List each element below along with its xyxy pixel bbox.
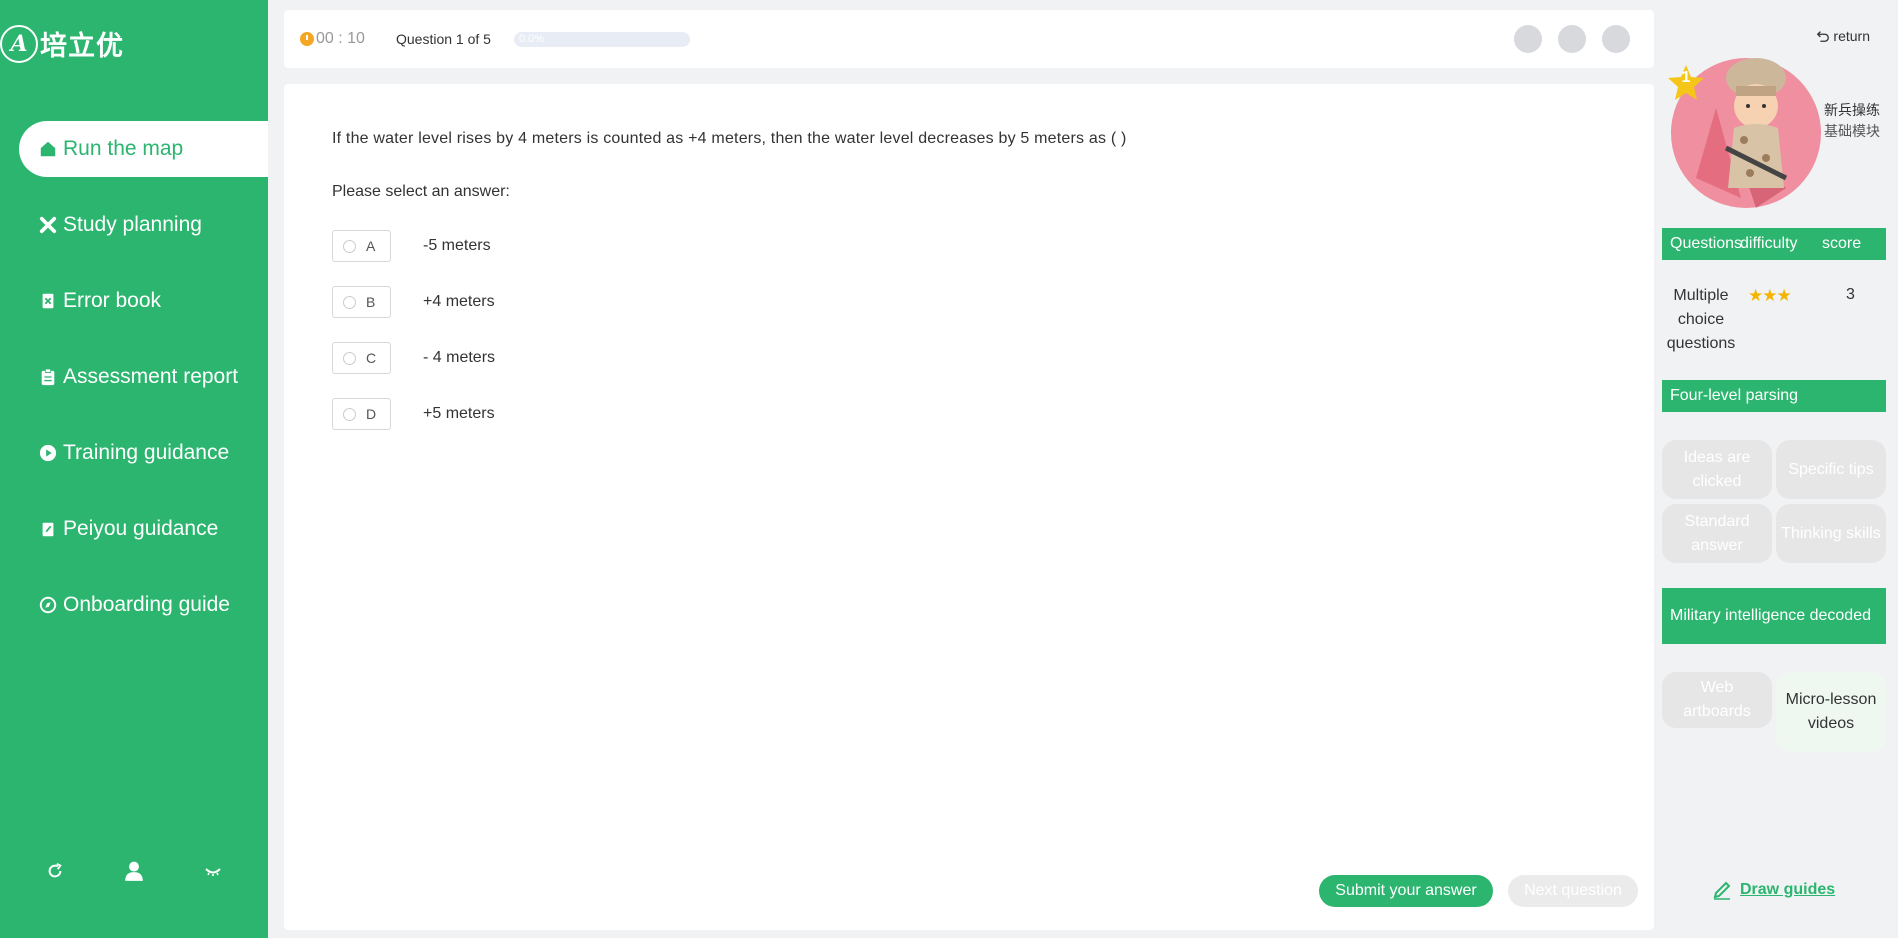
sidebar-item-training-guidance[interactable]: Training guidance <box>0 425 268 481</box>
option-letter: D <box>366 406 377 422</box>
topbar-circle-button[interactable] <box>1514 25 1542 53</box>
option-letter: B <box>366 294 376 310</box>
option-selector[interactable]: D <box>332 398 391 430</box>
rank-module: 基础模块 <box>1824 123 1880 139</box>
military-header: Military intelligence decoded <box>1662 588 1886 644</box>
pencil-icon <box>1713 881 1731 900</box>
sidebar-item-assessment-report[interactable]: Assessment report <box>0 349 268 405</box>
compass-icon <box>38 595 58 615</box>
sidebar-item-study-planning[interactable]: Study planning <box>0 197 268 253</box>
logo-mark: A <box>0 24 38 63</box>
draw-guides-label: Draw guides <box>1740 881 1836 898</box>
clipboard-icon <box>38 367 58 387</box>
soldier-avatar: 1 <box>1666 48 1821 210</box>
rank-name: 新兵操练 <box>1824 102 1880 118</box>
sidebar-item-run-the-map[interactable]: Run the map <box>19 121 268 177</box>
sidebar-nav: Run the map Study planning Error book As… <box>0 121 268 653</box>
radio-icon <box>343 239 356 253</box>
header-type: Questions <box>1670 235 1743 252</box>
topbar-actions <box>1514 25 1630 53</box>
topbar-circle-button[interactable] <box>1602 25 1630 53</box>
difficulty-stars: ★★★ <box>1748 286 1792 305</box>
progress-percent: 0.0% <box>519 33 545 45</box>
topbar-circle-button[interactable] <box>1558 25 1586 53</box>
radio-icon <box>343 351 356 365</box>
four-level-header: Four-level parsing <box>1662 380 1886 412</box>
sidebar: A 培立优 Run the map Study planning Error b… <box>0 0 268 938</box>
collapse-icon[interactable] <box>200 858 226 884</box>
logo-text: 培立优 <box>40 31 124 62</box>
header-difficulty: difficulty <box>1740 235 1798 252</box>
option-text: +4 meters <box>423 293 495 310</box>
sidebar-item-onboarding-guide[interactable]: Onboarding guide <box>0 577 268 633</box>
progress-bar: 0.0% <box>514 32 690 47</box>
home-icon <box>38 139 58 159</box>
question-text: If the water level rises by 4 meters is … <box>332 130 1127 147</box>
sidebar-item-label: Training guidance <box>63 441 230 464</box>
pill-web-artboards[interactable]: Web artboards <box>1662 672 1772 728</box>
option-letter: A <box>366 238 376 254</box>
pill-thinking-skills[interactable]: Thinking skills <box>1776 504 1886 563</box>
radio-icon <box>343 295 356 309</box>
return-icon <box>1817 31 1830 42</box>
pill-specific-tips[interactable]: Specific tips <box>1776 440 1886 499</box>
draw-guides-link[interactable]: Draw guides <box>1712 880 1835 900</box>
question-card: If the water level rises by 4 meters is … <box>284 84 1654 930</box>
option-c[interactable]: C - 4 meters <box>332 342 495 374</box>
return-button[interactable]: return <box>1816 28 1870 44</box>
option-text: +5 meters <box>423 405 495 422</box>
sidebar-item-label: Onboarding guide <box>63 593 230 616</box>
sidebar-item-label: Run the map <box>63 137 184 160</box>
option-letter: C <box>366 350 377 366</box>
pill-micro-lesson-videos[interactable]: Micro-lesson videos <box>1776 672 1886 752</box>
play-icon <box>38 443 58 463</box>
radio-icon <box>343 407 356 421</box>
pill-standard-answer[interactable]: Standard answer <box>1662 504 1772 563</box>
error-book-icon <box>38 291 58 311</box>
sidebar-item-label: Peiyou guidance <box>63 517 219 540</box>
sidebar-item-label: Study planning <box>63 213 202 236</box>
timer: 00 : 10 <box>300 30 365 48</box>
logo: A 培立优 <box>0 24 124 63</box>
return-label: return <box>1833 28 1870 44</box>
option-a[interactable]: A -5 meters <box>332 230 495 262</box>
sidebar-item-label: Error book <box>63 289 162 312</box>
option-text: - 4 meters <box>423 349 496 366</box>
four-level-options: Ideas are clicked Specific tips Standard… <box>1662 440 1886 563</box>
sidebar-bottom-tools <box>0 858 268 884</box>
question-topbar: 00 : 10 Question 1 of 5 0.0% <box>284 10 1654 68</box>
right-panel: return 1 新兵操练 基础模块 Questions difficulty … <box>1654 0 1898 938</box>
question-info-header: Questions difficulty score <box>1662 228 1886 260</box>
tools-icon <box>38 215 58 235</box>
sidebar-item-label: Assessment report <box>63 365 239 388</box>
sidebar-item-peiyou-guidance[interactable]: Peiyou guidance <box>0 501 268 557</box>
option-d[interactable]: D +5 meters <box>332 398 495 430</box>
pill-ideas-clicked[interactable]: Ideas are clicked <box>1662 440 1772 499</box>
option-b[interactable]: B +4 meters <box>332 286 495 318</box>
answer-prompt: Please select an answer: <box>332 183 510 200</box>
user-icon[interactable] <box>121 858 147 884</box>
question-type: Multiple choice questions <box>1666 287 1736 352</box>
submit-answer-button[interactable]: Submit your answer <box>1319 875 1493 907</box>
level-number: 1 <box>1681 69 1691 86</box>
option-selector[interactable]: B <box>332 286 391 318</box>
refresh-icon[interactable] <box>42 858 68 884</box>
level-badge: 1 <box>1666 63 1706 103</box>
clock-icon <box>300 32 314 46</box>
next-question-button[interactable]: Next question <box>1508 875 1638 907</box>
question-score: 3 <box>1846 286 1855 303</box>
progress-label: Question 1 of 5 <box>396 31 491 47</box>
option-selector[interactable]: A <box>332 230 391 262</box>
military-options: Web artboards Micro-lesson videos <box>1662 672 1886 752</box>
answer-options: A -5 meters B +4 meters C - 4 meters D +… <box>332 230 495 454</box>
timer-value: 00 : 10 <box>316 30 365 47</box>
note-icon <box>38 519 58 539</box>
option-selector[interactable]: C <box>332 342 391 374</box>
header-score: score <box>1822 235 1862 252</box>
option-text: -5 meters <box>423 237 491 254</box>
sidebar-item-error-book[interactable]: Error book <box>0 273 268 329</box>
